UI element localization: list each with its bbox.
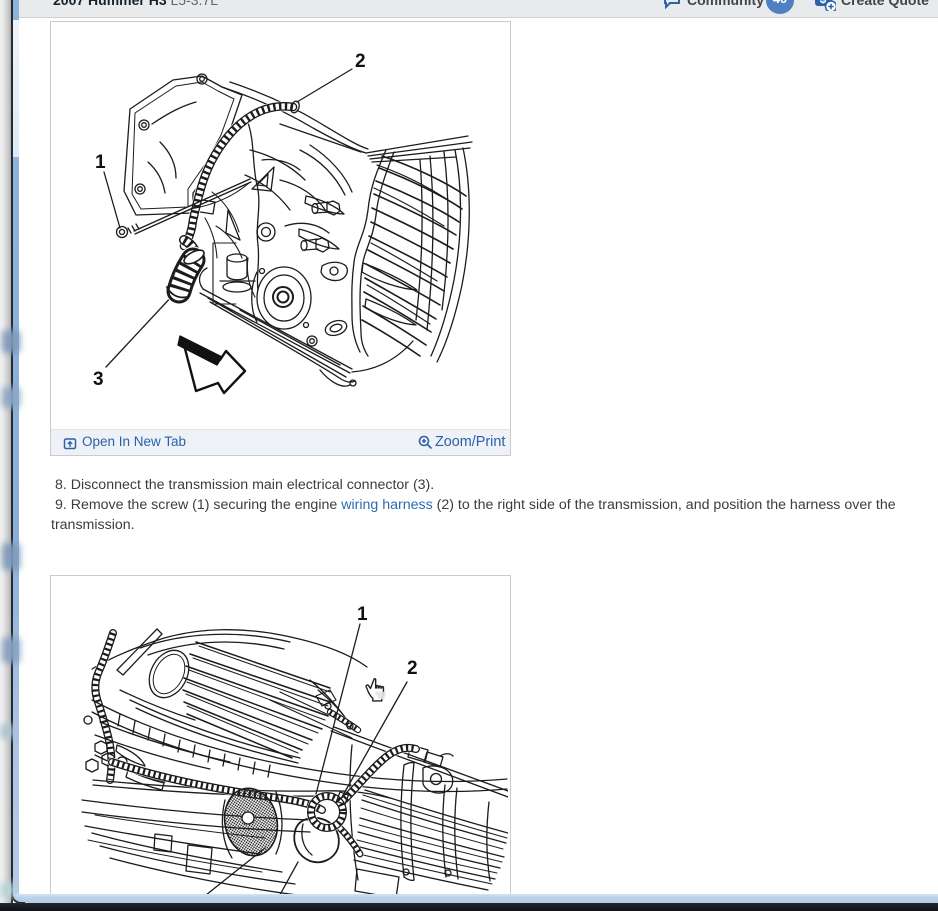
svg-text:3: 3: [93, 369, 104, 390]
svg-text:1: 1: [357, 604, 368, 625]
svg-text:2: 2: [355, 51, 366, 72]
svg-text:2: 2: [407, 658, 418, 679]
svg-text:1: 1: [95, 152, 106, 173]
